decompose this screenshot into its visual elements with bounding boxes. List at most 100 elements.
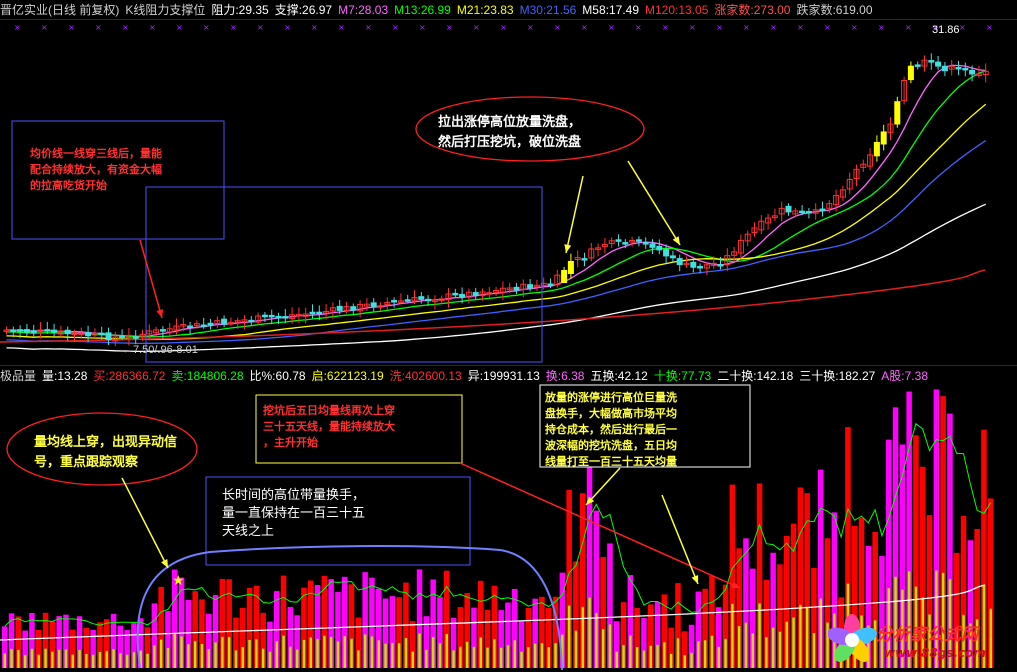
candle-body — [459, 293, 466, 298]
candle-body — [391, 300, 398, 303]
note5-line: 线量打至一百三十五天均量 — [545, 455, 677, 468]
volume-bar-inner — [642, 650, 646, 668]
marker-x-icon: × — [284, 23, 291, 32]
volume-bar-inner — [547, 646, 550, 668]
volume-bar-inner — [357, 650, 360, 668]
marker-x-icon: × — [446, 23, 453, 32]
candle-body — [622, 242, 629, 245]
volume-bar-inner — [309, 637, 312, 668]
volume-bar-inner — [731, 603, 734, 668]
note6-line: 量一直保持在一百三十五 — [222, 506, 366, 521]
marker-x-icon: × — [176, 23, 183, 32]
candle-body — [105, 332, 112, 341]
marker-x-icon: × — [257, 23, 264, 32]
volume-bar-inner — [520, 651, 523, 668]
volume-bar-inner — [452, 650, 455, 668]
candle-body — [30, 330, 37, 333]
volume-bar-inner — [370, 636, 374, 668]
candle-body — [928, 60, 935, 63]
volume-bar-inner — [146, 653, 149, 668]
volume-bar-inner — [91, 654, 95, 668]
candle-body — [547, 283, 554, 286]
volume-bar-inner — [30, 648, 34, 668]
volume-bar-inner — [778, 631, 782, 668]
volume-bar-inner — [78, 649, 81, 668]
volume-bar-inner — [391, 642, 394, 668]
volume-bar-inner — [683, 655, 686, 668]
candle-body — [513, 286, 520, 291]
note5-line: 放量的涨停进行高位巨量洗 — [545, 391, 677, 404]
annotation-note-1: 均价线一线穿三线后，量能 配合持续放大，有资金大幅 的拉高吃货开始 — [30, 146, 162, 194]
volume-bar-inner — [180, 636, 183, 668]
candle-body — [418, 296, 425, 300]
volume-bar-inner — [703, 640, 707, 668]
volume-bar-inner — [166, 648, 170, 668]
candle-body — [642, 242, 649, 245]
candle-body — [819, 208, 826, 211]
stock-chart: 晋亿实业(日线 前复权) K线阻力支撑位 阻力:29.35 支撑:26.97 M… — [0, 0, 1017, 672]
volume-bar-inner — [37, 654, 40, 668]
candle-body — [969, 69, 976, 75]
star-icon: ★ — [172, 573, 185, 589]
candle-body — [941, 65, 948, 72]
volume-bar-inner — [581, 606, 584, 668]
volume-bar-inner — [119, 653, 122, 668]
annotation-note-5: 放量的涨停进行高位巨量洗 盘换手，大幅做高市场平均 持仓成本，然后进行最后一 波… — [545, 390, 677, 470]
volume-bar-inner — [57, 649, 61, 668]
volume-bar-inner — [690, 652, 693, 668]
volume-bar-inner — [431, 637, 435, 668]
chart-canvas: ★× × × × × × × × × × × × × × × × × × × × × × × × × × × × × × × × × × × × × — [0, 23, 994, 671]
volume-bar-inner — [445, 633, 448, 668]
marker-x-icon: × — [797, 23, 804, 32]
volume-bar-inner — [329, 636, 333, 668]
volume-bar-inner — [187, 644, 190, 668]
candle-body — [23, 329, 30, 333]
marker-x-icon: × — [365, 23, 372, 32]
volume-bar-inner — [717, 646, 720, 668]
candle-body — [697, 266, 704, 269]
volume-bar-inner — [71, 654, 74, 668]
candle-body — [907, 65, 914, 81]
volume-bar-inner — [805, 606, 809, 668]
volume-bar-inner — [649, 645, 652, 668]
marker-x-icon: × — [851, 23, 858, 32]
volume-bar-inner — [23, 654, 27, 668]
volume-bar-inner — [588, 597, 591, 668]
candle-body — [119, 335, 126, 338]
volume-bar-inner — [295, 649, 299, 668]
volume-bar-inner — [574, 630, 578, 668]
volume-bar-inner — [635, 646, 639, 668]
annotation-note-2: 拉出涨停高位放量洗盘， 然后打压挖坑，破位洗盘 — [438, 113, 581, 153]
candle-body — [275, 315, 282, 319]
candle-body — [309, 311, 316, 315]
arrow-note2b — [627, 160, 681, 246]
volume-bar-inner — [44, 648, 47, 668]
volume-bar-inner — [343, 636, 346, 668]
volume-bar-inner — [214, 642, 217, 668]
volume-bar-inner — [323, 635, 326, 668]
candle-body — [221, 318, 228, 325]
volume-bar-inner — [656, 644, 659, 668]
volume-bar-inner — [710, 635, 714, 668]
volume-bar-inner — [608, 624, 612, 668]
volume-bar-inner — [622, 644, 625, 668]
candle-body — [561, 270, 568, 284]
volume-bar-inner — [275, 641, 278, 668]
volume-bar-inner — [418, 633, 421, 668]
marker-x-icon: × — [689, 23, 696, 32]
candle-body — [98, 332, 105, 336]
volume-bar-inner — [676, 638, 680, 668]
annotation-note-6: 长时间的高位带量换手， 量一直保持在一百三十五 天线之上 — [222, 487, 365, 541]
candle-body — [132, 336, 139, 339]
candle-body — [656, 245, 663, 251]
note6-line: 长时间的高位带量换手， — [222, 488, 366, 503]
arrow-note2b-head — [672, 236, 680, 245]
volume-bar-inner — [567, 605, 571, 668]
volume-bar-inner — [17, 649, 20, 668]
candle-body — [676, 258, 683, 266]
volume-bar-inner — [737, 626, 741, 668]
volume-bar-inner — [479, 637, 482, 668]
volume-bar-inner — [98, 651, 102, 668]
candle-body — [452, 292, 459, 296]
candle-body — [425, 298, 432, 302]
